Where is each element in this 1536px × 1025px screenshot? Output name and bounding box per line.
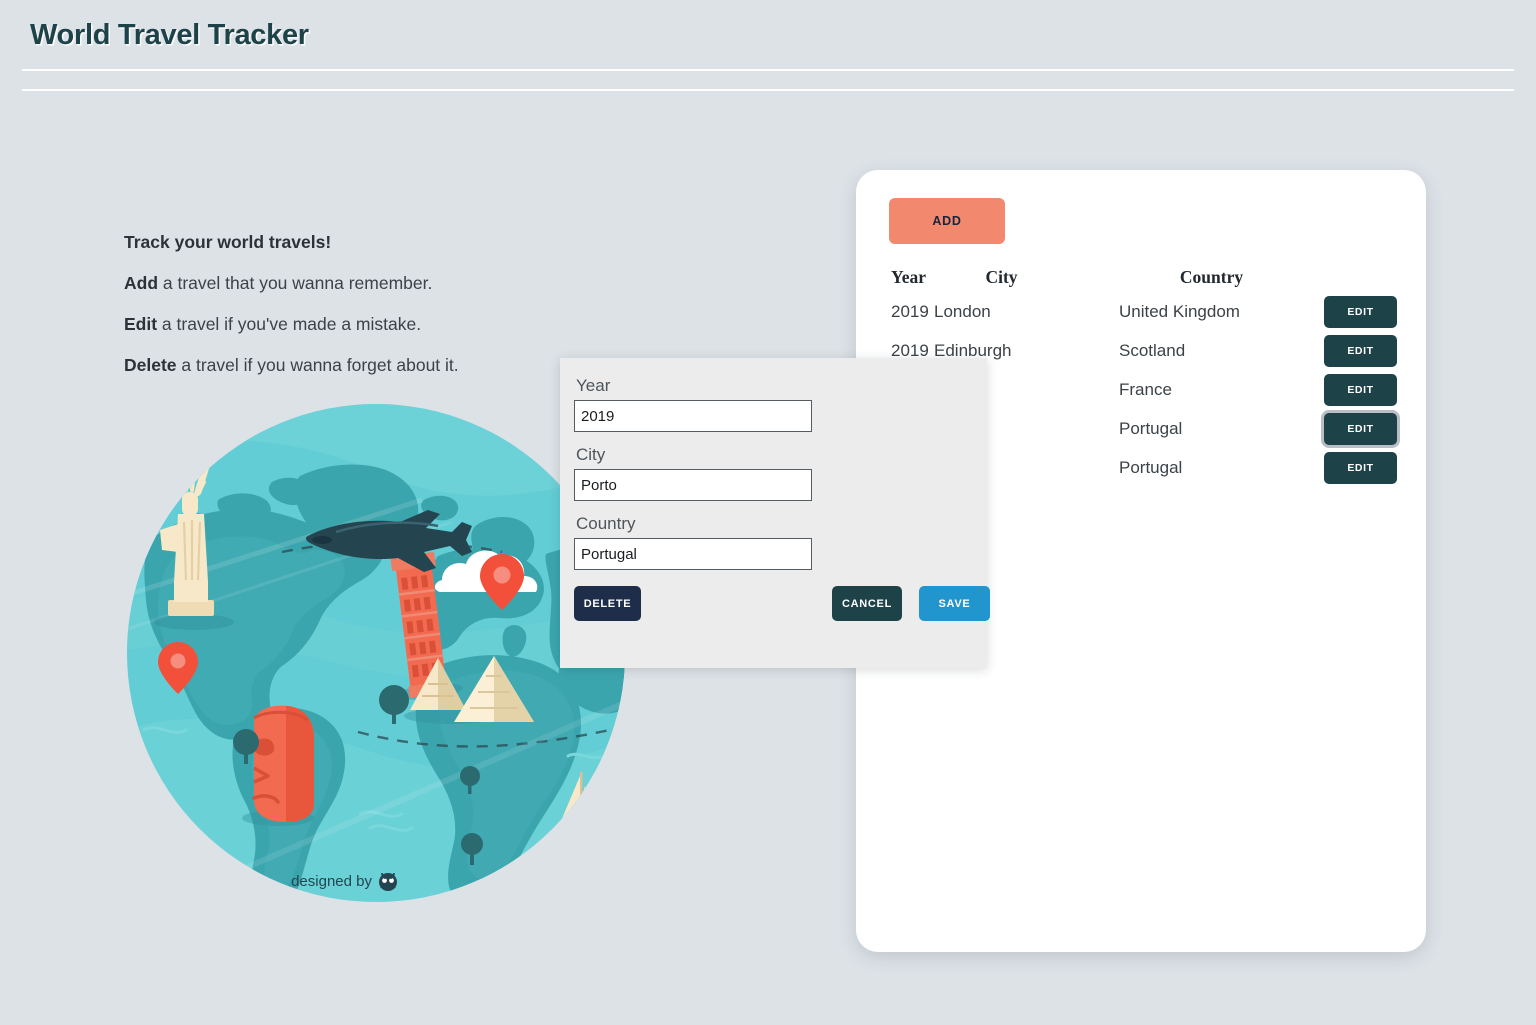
label-country: Country <box>576 514 636 533</box>
cell-actions: EDIT <box>1324 373 1424 406</box>
delete-button[interactable]: DELETE <box>574 586 641 621</box>
edit-travel-button[interactable]: EDIT <box>1324 334 1397 367</box>
edit-travel-button[interactable]: EDIT <box>1324 412 1397 445</box>
edit-travel-modal: Year City Country DELETE CANCEL SAVE <box>560 358 990 668</box>
country-input[interactable] <box>574 538 812 570</box>
cell-city: London <box>934 301 991 321</box>
intro-line-0: Track your world travels! <box>124 222 594 263</box>
add-travel-button[interactable]: ADD <box>889 198 1005 244</box>
header-divider-top <box>22 69 1514 71</box>
table-row: 2019 London United Kingdom EDIT <box>856 292 1426 331</box>
cell-country: France <box>1119 379 1172 399</box>
cell-actions: EDIT <box>1324 334 1424 367</box>
edit-travel-button[interactable]: EDIT <box>1324 373 1397 406</box>
cell-country: Portugal <box>1119 457 1183 477</box>
cell-year: 2019 <box>891 301 929 321</box>
intro-text-block: Track your world travels! Add a travel th… <box>124 222 594 386</box>
intro-line-text: a travel that you wanna remember. <box>158 273 433 293</box>
year-input[interactable] <box>574 400 812 432</box>
modal-action-bar: DELETE CANCEL SAVE <box>574 586 990 622</box>
intro-line-1: Add a travel that you wanna remember. <box>124 263 594 304</box>
label-city: City <box>576 445 606 464</box>
cell-actions: EDIT <box>1324 295 1424 328</box>
column-header-year: Year <box>891 266 926 287</box>
intro-line-keyword: Edit <box>124 314 158 334</box>
city-input[interactable] <box>574 469 812 501</box>
cell-country: Scotland <box>1119 340 1186 360</box>
cell-actions: EDIT <box>1324 451 1424 484</box>
page-title: World Travel Tracker <box>30 18 309 51</box>
intro-line-text: a travel if you wanna forget about it. <box>176 355 459 375</box>
freepik-logo-icon <box>379 873 397 891</box>
illustration-credit: designed by <box>291 873 372 890</box>
label-year: Year <box>576 376 611 395</box>
intro-line-keyword: Delete <box>124 355 177 375</box>
save-button[interactable]: SAVE <box>919 586 990 621</box>
intro-line-3: Delete a travel if you wanna forget abou… <box>124 345 594 386</box>
app-header: World Travel Tracker <box>0 0 1536 70</box>
cancel-button[interactable]: CANCEL <box>832 586 902 621</box>
intro-line-keyword: Track your world travels! <box>124 232 332 252</box>
cell-actions: EDIT <box>1324 412 1424 445</box>
header-divider-bottom <box>22 89 1514 91</box>
cell-country: United Kingdom <box>1119 301 1240 321</box>
intro-line-keyword: Add <box>124 273 159 293</box>
cell-country: Portugal <box>1119 418 1183 438</box>
edit-travel-button[interactable]: EDIT <box>1324 295 1397 328</box>
edit-travel-button[interactable]: EDIT <box>1324 451 1397 484</box>
table-header-row: Year City Country <box>856 262 1426 292</box>
intro-line-2: Edit a travel if you've made a mistake. <box>124 304 594 345</box>
column-header-city: City <box>985 266 1018 287</box>
modal-field-list: Year City Country <box>574 376 962 570</box>
intro-line-text: a travel if you've made a mistake. <box>157 314 422 334</box>
column-header-country: Country <box>1179 266 1244 287</box>
world-globe-illustration: designed by <box>122 404 630 902</box>
